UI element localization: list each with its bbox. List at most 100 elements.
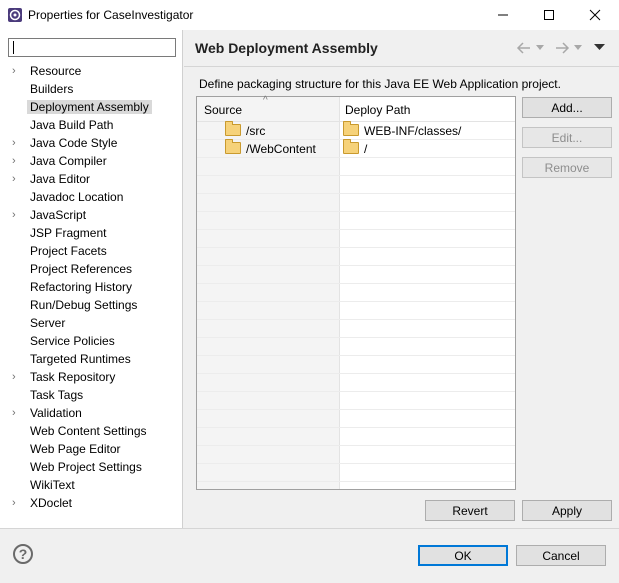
text-caret — [13, 41, 14, 54]
column-separator[interactable] — [339, 97, 340, 489]
chevron-right-icon[interactable]: › — [12, 406, 22, 420]
tree-item[interactable]: Run/Debug Settings — [0, 296, 182, 314]
table-row[interactable]: /WebContent — [225, 139, 316, 158]
remove-button[interactable]: Remove — [522, 157, 612, 178]
tree-item-label: Task Tags — [30, 388, 84, 402]
add-button[interactable]: Add... — [522, 97, 612, 118]
tree-item[interactable]: Service Policies — [0, 332, 182, 350]
tree-item[interactable]: Web Project Settings — [0, 458, 182, 476]
row-gridline — [197, 175, 515, 176]
view-menu-icon[interactable] — [594, 44, 605, 51]
tree-item-label: WikiText — [30, 478, 75, 492]
row-gridline — [197, 355, 515, 356]
tree-item[interactable]: › Validation — [0, 404, 182, 422]
close-icon — [589, 9, 601, 21]
tree-item[interactable]: › Resource — [0, 62, 182, 80]
tree-item[interactable]: Targeted Runtimes — [0, 350, 182, 368]
chevron-right-icon[interactable]: › — [12, 496, 22, 510]
chevron-right-icon[interactable]: › — [12, 208, 22, 222]
tree-item[interactable]: Deployment Assembly — [0, 98, 182, 116]
folder-icon — [225, 121, 241, 136]
tree-item[interactable]: › Java Editor — [0, 170, 182, 188]
tree-item-label: Validation — [30, 406, 82, 420]
tree-item[interactable]: › Java Code Style — [0, 134, 182, 152]
tree-item-label: Refactoring History — [30, 280, 133, 294]
chevron-right-icon[interactable]: › — [12, 172, 22, 186]
forward-dropdown-icon[interactable] — [574, 45, 582, 51]
tree-item[interactable]: Project Facets — [0, 242, 182, 260]
help-icon[interactable]: ? — [13, 544, 33, 564]
forward-arrow-icon[interactable] — [554, 41, 570, 55]
tree-item[interactable]: › JavaScript — [0, 206, 182, 224]
table-row[interactable]: /src — [225, 121, 266, 140]
tree-item-label: XDoclet — [30, 496, 73, 510]
tree-item[interactable]: Task Tags — [0, 386, 182, 404]
column-header-source[interactable]: Source — [204, 103, 242, 117]
source-cell: /src — [246, 124, 266, 138]
apply-button[interactable]: Apply — [522, 500, 612, 521]
table-row[interactable]: WEB-INF/classes/ — [343, 121, 461, 140]
back-arrow-icon[interactable] — [516, 41, 532, 55]
page-navigation — [516, 40, 611, 56]
row-gridline — [197, 211, 515, 212]
row-gridline — [197, 337, 515, 338]
cancel-button[interactable]: Cancel — [516, 545, 606, 566]
tree-item-label: Targeted Runtimes — [30, 352, 131, 366]
tree-item[interactable]: Project References — [0, 260, 182, 278]
filter-input[interactable] — [8, 38, 176, 57]
tree-item-label: Run/Debug Settings — [30, 298, 138, 312]
revert-button[interactable]: Revert — [425, 500, 515, 521]
chevron-right-icon[interactable]: › — [12, 154, 22, 168]
row-gridline — [197, 319, 515, 320]
tree-item[interactable]: › Java Compiler — [0, 152, 182, 170]
tree-item[interactable]: Web Page Editor — [0, 440, 182, 458]
minimize-icon — [498, 14, 508, 16]
footer-separator — [0, 528, 619, 529]
folder-icon — [343, 121, 359, 136]
row-gridline — [197, 391, 515, 392]
deployment-table[interactable]: ^ Source Deploy Path /src WEB-INF/classe… — [196, 95, 516, 490]
row-gridline — [197, 283, 515, 284]
property-pages-panel: › Resource Builders Deployment Assembly Java… — [0, 30, 183, 529]
tree-item-label: Web Page Editor — [30, 442, 121, 456]
tree-item-label: JSP Fragment — [30, 226, 107, 240]
row-gridline — [197, 463, 515, 464]
page-title: Web Deployment Assembly — [195, 40, 378, 56]
row-gridline — [197, 427, 515, 428]
minimize-button[interactable] — [480, 0, 526, 30]
tree-item[interactable]: › Task Repository — [0, 368, 182, 386]
tree-item[interactable]: Refactoring History — [0, 278, 182, 296]
deploy-path-cell: / — [364, 142, 368, 156]
title-bar: Properties for CaseInvestigator — [0, 0, 619, 30]
tree-item[interactable]: Builders — [0, 80, 182, 98]
row-gridline — [197, 373, 515, 374]
table-row[interactable]: / — [343, 139, 368, 158]
tree-item-label: Builders — [30, 82, 74, 96]
back-dropdown-icon[interactable] — [536, 45, 544, 51]
tree-item-label: Web Project Settings — [30, 460, 142, 474]
maximize-button[interactable] — [526, 0, 572, 30]
tree-item-label: Java Compiler — [30, 154, 107, 168]
row-gridline — [197, 409, 515, 410]
tree-item-label: Java Build Path — [30, 118, 114, 132]
tree-item[interactable]: Javadoc Location — [0, 188, 182, 206]
tree-item[interactable]: JSP Fragment — [0, 224, 182, 242]
tree-item-label: Java Editor — [30, 172, 91, 186]
close-button[interactable] — [572, 0, 618, 30]
column-header-deploy-path[interactable]: Deploy Path — [345, 103, 410, 117]
maximize-icon — [544, 10, 554, 20]
chevron-right-icon[interactable]: › — [12, 370, 22, 384]
row-gridline — [197, 445, 515, 446]
ok-button[interactable]: OK — [418, 545, 508, 566]
tree-item[interactable]: Web Content Settings — [0, 422, 182, 440]
tree-item[interactable]: Server — [0, 314, 182, 332]
edit-button[interactable]: Edit... — [522, 127, 612, 148]
tree-item-label: Service Policies — [30, 334, 115, 348]
chevron-right-icon[interactable]: › — [12, 136, 22, 150]
page-description: Define packaging structure for this Java… — [199, 77, 561, 91]
row-gridline — [197, 265, 515, 266]
tree-item[interactable]: Java Build Path — [0, 116, 182, 134]
tree-item[interactable]: › XDoclet — [0, 494, 182, 512]
chevron-right-icon[interactable]: › — [12, 64, 22, 78]
tree-item[interactable]: WikiText — [0, 476, 182, 494]
